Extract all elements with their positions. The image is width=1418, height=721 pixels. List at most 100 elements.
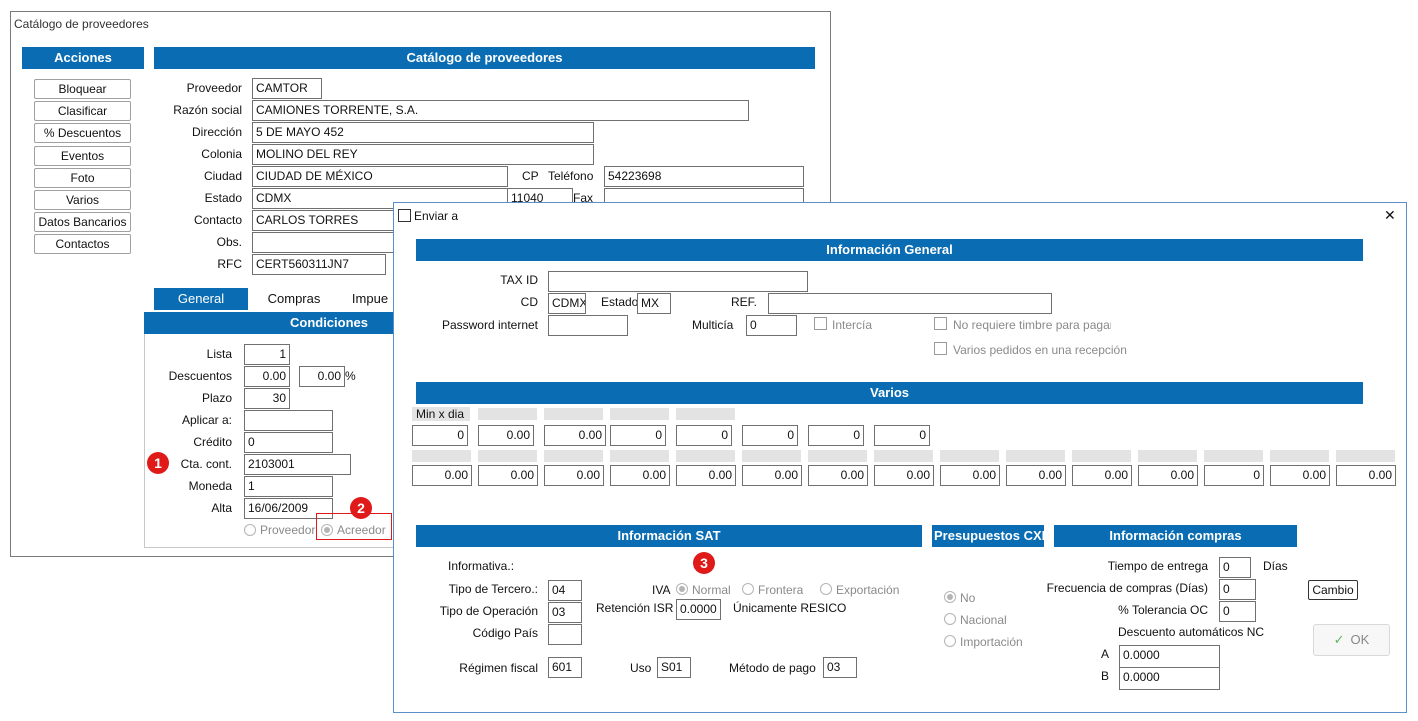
proveedor-label: Proveedor: [186, 81, 242, 95]
iva-frontera-radio[interactable]: [742, 583, 754, 595]
plazo-label: Plazo: [201, 391, 232, 405]
varios-row2-cell[interactable]: 0: [1204, 465, 1264, 486]
varios-header-cell: [478, 408, 537, 420]
regimen-field[interactable]: 601: [548, 657, 582, 678]
action-button-0[interactable]: Bloquear: [34, 79, 131, 99]
obs-field[interactable]: [252, 232, 412, 253]
action-button-6[interactable]: Datos Bancarios: [34, 212, 131, 233]
varios-row2-cell[interactable]: 0.00: [1270, 465, 1330, 486]
varios-header-cell: [610, 450, 669, 462]
intercia-label: Intercía: [832, 318, 873, 332]
aplicar-field[interactable]: [244, 410, 333, 431]
varios-row2-cell[interactable]: 0.00: [1072, 465, 1132, 486]
tolerancia-field[interactable]: 0: [1219, 601, 1256, 622]
varios-row2-cell[interactable]: 0.00: [1336, 465, 1396, 486]
min-x-dia-header: Min x dia: [412, 407, 470, 421]
cd-field[interactable]: CDMX: [548, 293, 586, 314]
tiempo-field[interactable]: 0: [1219, 557, 1251, 578]
varios-row1-cell[interactable]: 0.00: [544, 425, 606, 446]
multicia-field[interactable]: 0: [746, 315, 797, 336]
varios-row2-cell[interactable]: 0.00: [610, 465, 670, 486]
action-button-2[interactable]: % Descuentos: [34, 123, 131, 144]
varios-header-cell: [1204, 450, 1263, 462]
tipo-tercero-field[interactable]: 04: [548, 580, 582, 601]
action-button-4[interactable]: Foto: [34, 167, 131, 188]
varios-row1-cell[interactable]: 0: [412, 425, 468, 446]
pres-nacional-radio[interactable]: [944, 613, 956, 625]
colonia-label: Colonia: [201, 147, 242, 161]
dialog-estado-field[interactable]: MX: [637, 293, 671, 314]
tab-general[interactable]: General: [154, 288, 248, 310]
varios-row2-cell[interactable]: 0.00: [478, 465, 538, 486]
varios-pedidos-checkbox[interactable]: [934, 342, 947, 355]
varios-row1-cell[interactable]: 0: [808, 425, 864, 446]
lista-field[interactable]: 1: [244, 344, 290, 365]
iva-exportacion-radio[interactable]: [820, 583, 832, 595]
varios-header-cell: [1270, 450, 1329, 462]
varios-row1-cell[interactable]: 0: [610, 425, 666, 446]
pres-no-radio[interactable]: [944, 591, 956, 603]
descuento-a-field[interactable]: 0.0000: [1119, 645, 1220, 668]
varios-row2-cell[interactable]: 0.00: [1006, 465, 1066, 486]
proveedor-radio[interactable]: [244, 524, 256, 536]
varios-row2-cell[interactable]: 0.00: [940, 465, 1000, 486]
cta-cont-field[interactable]: 2103001: [244, 454, 351, 475]
cambio-button[interactable]: Cambio: [1308, 580, 1358, 600]
iva-label: IVA: [652, 583, 671, 597]
varios-row2-cell[interactable]: 0.00: [676, 465, 736, 486]
taxid-field[interactable]: [548, 271, 808, 292]
close-icon[interactable]: ✕: [1384, 207, 1396, 224]
varios-row2-cell[interactable]: 0.00: [742, 465, 802, 486]
moneda-field[interactable]: 1: [244, 476, 333, 497]
ok-button[interactable]: ✓ OK: [1313, 624, 1390, 656]
direccion-field[interactable]: 5 DE MAYO 452: [252, 122, 594, 143]
varios-row2-cell[interactable]: 0.00: [808, 465, 868, 486]
varios-row2-cell[interactable]: 0.00: [1138, 465, 1198, 486]
descuento1-field[interactable]: 0.00: [244, 366, 290, 387]
dialog-estado-label: Estado: [601, 295, 639, 309]
proveedor-field[interactable]: CAMTOR: [252, 78, 322, 99]
metodo-field[interactable]: 03: [823, 657, 857, 678]
credito-field[interactable]: 0: [244, 432, 333, 453]
acreedor-radio[interactable]: [321, 524, 333, 536]
password-field[interactable]: [548, 315, 628, 336]
intercia-checkbox[interactable]: [814, 317, 827, 330]
ref-field[interactable]: [768, 293, 1052, 314]
descuento-nc-label: Descuento automáticos NC: [1118, 625, 1265, 639]
no-timbre-checkbox[interactable]: [934, 317, 947, 330]
action-button-1[interactable]: Clasificar: [34, 101, 131, 122]
action-button-5[interactable]: Varios: [34, 190, 131, 210]
varios-row1-cell[interactable]: 0: [742, 425, 798, 446]
varios-row2-cell[interactable]: 0.00: [544, 465, 604, 486]
descuento2-field[interactable]: 0.00: [299, 366, 345, 387]
varios-row1-cell[interactable]: 0: [874, 425, 930, 446]
varios-row1-cell[interactable]: 0.00: [478, 425, 534, 446]
rfc-label: RFC: [217, 257, 242, 271]
plazo-field[interactable]: 30: [244, 388, 290, 409]
frecuencia-field[interactable]: 0: [1219, 579, 1256, 600]
ciudad-field[interactable]: CIUDAD DE MÉXICO: [252, 166, 508, 187]
tab-compras[interactable]: Compras: [254, 288, 334, 310]
descuento-b-field[interactable]: 0.0000: [1119, 667, 1220, 690]
codigo-pais-field[interactable]: [548, 624, 582, 645]
varios-row1-cell[interactable]: 0: [676, 425, 732, 446]
colonia-field[interactable]: MOLINO DEL REY: [252, 144, 594, 165]
uso-field[interactable]: S01: [657, 657, 691, 678]
retencion-field[interactable]: 0.0000: [676, 599, 721, 620]
action-button-7[interactable]: Contactos: [34, 234, 131, 255]
iva-normal-radio[interactable]: [676, 583, 688, 595]
tipo-operacion-field[interactable]: 03: [548, 602, 582, 623]
varios-row2-cell[interactable]: 0.00: [874, 465, 934, 486]
pres-importacion-radio[interactable]: [944, 635, 956, 647]
razon-social-field[interactable]: CAMIONES TORRENTE, S.A.: [252, 100, 749, 121]
varios-row2-cell[interactable]: 0.00: [412, 465, 472, 486]
telefono-field[interactable]: 54223698: [604, 166, 804, 187]
cta-cont-label: Cta. cont.: [180, 457, 232, 471]
tab-impuestos[interactable]: Impue: [340, 288, 400, 310]
proveedor-radio-label: Proveedor: [260, 523, 316, 537]
dialog-checkbox[interactable]: [398, 209, 411, 222]
rfc-field[interactable]: CERT560311JN7: [252, 254, 386, 275]
action-button-3[interactable]: Eventos: [34, 145, 131, 166]
uso-label: Uso: [630, 661, 652, 675]
contacto-field[interactable]: CARLOS TORRES: [252, 210, 412, 231]
